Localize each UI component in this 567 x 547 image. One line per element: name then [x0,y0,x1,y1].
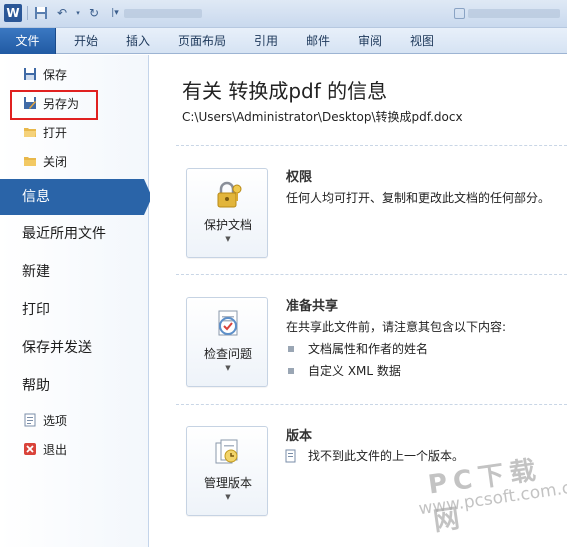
protect-document-label: 保护文档 [203,218,252,232]
document-title-blurred [124,9,202,18]
nav-close-label: 关闭 [43,154,68,169]
nav-exit-label: 退出 [43,442,68,457]
tab-file[interactable]: 文件 [0,28,56,54]
nav-print[interactable]: 打印 [0,292,148,328]
check-for-issues-label: 检查问题 [203,347,252,361]
prepare-sharing-title: 准备共享 [286,299,339,314]
highlight-box [10,90,98,120]
list-item: 自定义 XML 数据 [288,362,401,379]
ribbon-tabs: 文件 开始 插入 页面布局 引用 邮件 审阅 视图 [0,28,567,54]
protect-document-button[interactable]: 保护文档 ▼ [186,168,268,258]
save-icon[interactable] [33,5,49,21]
tab-references[interactable]: 引用 [254,28,278,54]
permissions-title: 权限 [286,170,313,185]
section-divider [176,404,567,405]
list-item-text: 自定义 XML 数据 [308,364,401,378]
list-item: 文档属性和作者的姓名 [288,340,428,357]
nav-open[interactable]: 打开 [0,119,148,145]
tab-page-layout[interactable]: 页面布局 [178,28,226,54]
bullet-icon [288,345,294,352]
section-divider [176,274,567,275]
section-divider [176,145,567,146]
versions-desc-row: 找不到此文件的上一个版本。 [284,447,464,464]
window-title-blurred [468,9,560,18]
quick-access-toolbar: W ↶ ▾ ↻ |▾ [4,4,123,22]
options-icon [22,412,38,428]
nav-help[interactable]: 帮助 [0,368,148,404]
permissions-desc: 任何人均可打开、复制和更改此文档的任何部分。 [286,191,551,205]
undo-dropdown-icon[interactable]: ▾ [75,5,81,21]
nav-info[interactable]: 信息 [0,179,144,215]
page-title: 有关 转换成pdf 的信息 [182,79,388,103]
nav-exit[interactable]: 退出 [0,436,148,462]
nav-save[interactable]: 保存 [0,61,148,87]
nav-open-label: 打开 [43,125,68,140]
qat-separator [27,6,28,20]
chevron-down-icon: ▼ [225,493,231,501]
tab-mailings[interactable]: 邮件 [306,28,330,54]
nav-close[interactable]: 关闭 [0,148,148,174]
document-icon [285,449,296,462]
word-app-icon[interactable]: W [4,4,22,22]
chevron-down-icon: ▼ [225,235,231,243]
tab-insert[interactable]: 插入 [126,28,150,54]
check-for-issues-button[interactable]: 检查问题 ▼ [186,297,268,387]
exit-icon [22,441,38,457]
save-icon [22,66,38,82]
bullet-icon [288,367,294,374]
manage-versions-label: 管理版本 [203,476,252,490]
close-folder-icon [22,153,38,169]
open-folder-icon [22,124,38,140]
tab-view[interactable]: 视图 [410,28,434,54]
lock-key-icon [217,181,242,208]
manage-versions-button[interactable]: 管理版本 ▼ [186,426,268,516]
document-path: C:\Users\Administrator\Desktop\转换成pdf.do… [182,110,463,124]
window-icon-blurred [454,8,465,19]
nav-recent[interactable]: 最近所用文件 [0,216,148,252]
prepare-sharing-desc: 在共享此文件前，请注意其包含以下内容: [286,320,507,334]
redo-icon[interactable]: ↻ [86,5,102,21]
list-item-text: 文档属性和作者的姓名 [308,342,429,356]
inspect-document-icon [218,310,238,336]
nav-new[interactable]: 新建 [0,254,148,290]
undo-icon[interactable]: ↶ [54,5,70,21]
backstage-nav: 保存 另存为 打开 关闭 信息 最近所用文件 新建 打印 保存并发送 帮助 选项… [0,55,149,547]
nav-save-label: 保存 [43,67,68,82]
tab-review[interactable]: 审阅 [358,28,382,54]
title-bar: W ↶ ▾ ↻ |▾ [0,0,567,28]
nav-options[interactable]: 选项 [0,407,148,433]
nav-save-send[interactable]: 保存并发送 [0,330,148,366]
nav-options-label: 选项 [43,413,68,428]
customize-qat-icon[interactable]: |▾ [107,5,123,21]
versions-title: 版本 [286,429,313,444]
tab-home[interactable]: 开始 [74,28,98,54]
chevron-down-icon: ▼ [225,364,231,372]
versions-icon [215,439,238,464]
versions-desc: 找不到此文件的上一个版本。 [308,449,465,463]
